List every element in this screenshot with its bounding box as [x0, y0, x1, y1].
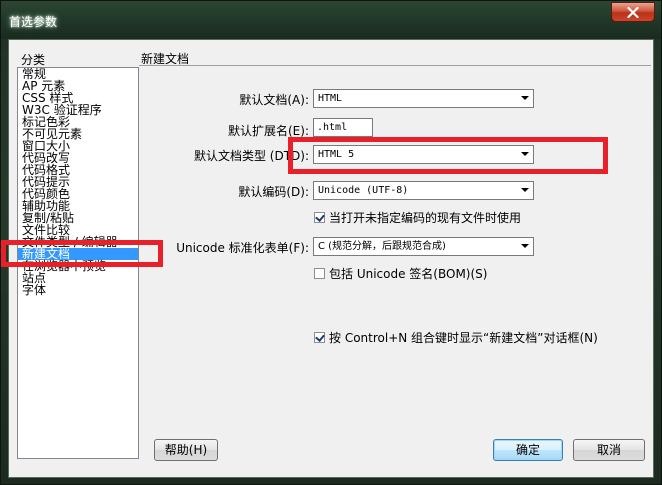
chevron-down-icon [521, 96, 529, 100]
close-icon [627, 6, 639, 18]
bom-option[interactable]: 包括 Unicode 签名(BOM)(S) [314, 265, 487, 282]
default-doc-label: 默认文档(A): [239, 93, 309, 107]
annotation-box-category [1, 240, 163, 267]
normalize-value: C (规范分解，后跟规范合成) [318, 241, 446, 252]
close-button[interactable] [611, 2, 655, 22]
cancel-button[interactable]: 取消 [573, 439, 645, 461]
default-doc-value: HTML [318, 93, 343, 104]
window-title: 首选参数 [9, 15, 58, 29]
default-ext-input[interactable]: .html [313, 118, 373, 137]
open-unspecified-label: 当打开未指定编码的现有文件时使用 [329, 211, 522, 225]
category-item[interactable]: 字体 [18, 284, 138, 296]
encoding-value: Unicode (UTF-8) [318, 185, 409, 196]
help-button[interactable]: 帮助(H) [154, 439, 218, 461]
preferences-window: 首选参数 分类 常规 AP 元素 CSS 样式 W3C 验证程序 标记色彩 不可见元素 窗口… [0, 0, 662, 485]
encoding-select[interactable]: Unicode (UTF-8) [313, 181, 534, 200]
chevron-down-icon [521, 244, 529, 248]
category-header: 分类 [21, 53, 46, 67]
encoding-label: 默认编码(D): [238, 185, 309, 199]
bom-label: 包括 Unicode 签名(BOM)(S) [329, 267, 488, 281]
open-unspecified-checkbox[interactable] [314, 212, 325, 223]
normalize-select[interactable]: C (规范分解，后跟规范合成) [313, 237, 534, 256]
ctrl-n-label: 按 Control+N 组合键时显示“新建文档”对话框(N) [329, 331, 598, 345]
annotation-box-doctype [288, 137, 608, 174]
default-ext-value: .html [317, 122, 348, 133]
open-unspecified-option[interactable]: 当打开未指定编码的现有文件时使用 [314, 209, 521, 226]
ok-button[interactable]: 确定 [493, 439, 563, 461]
bom-checkbox[interactable] [314, 268, 325, 279]
ctrl-n-checkbox[interactable] [314, 332, 325, 343]
chevron-down-icon [521, 188, 529, 192]
section-divider [139, 65, 651, 66]
title-bar[interactable]: 首选参数 [1, 1, 661, 39]
normalize-label: Unicode 标准化表单(F): [176, 241, 309, 255]
default-doc-select[interactable]: HTML [313, 89, 534, 108]
ctrl-n-option[interactable]: 按 Control+N 组合键时显示“新建文档”对话框(N) [314, 329, 598, 346]
settings-panel: 新建文档 默认文档(A): HTML 默认扩展名(E): .html 默认文档类… [139, 40, 653, 477]
